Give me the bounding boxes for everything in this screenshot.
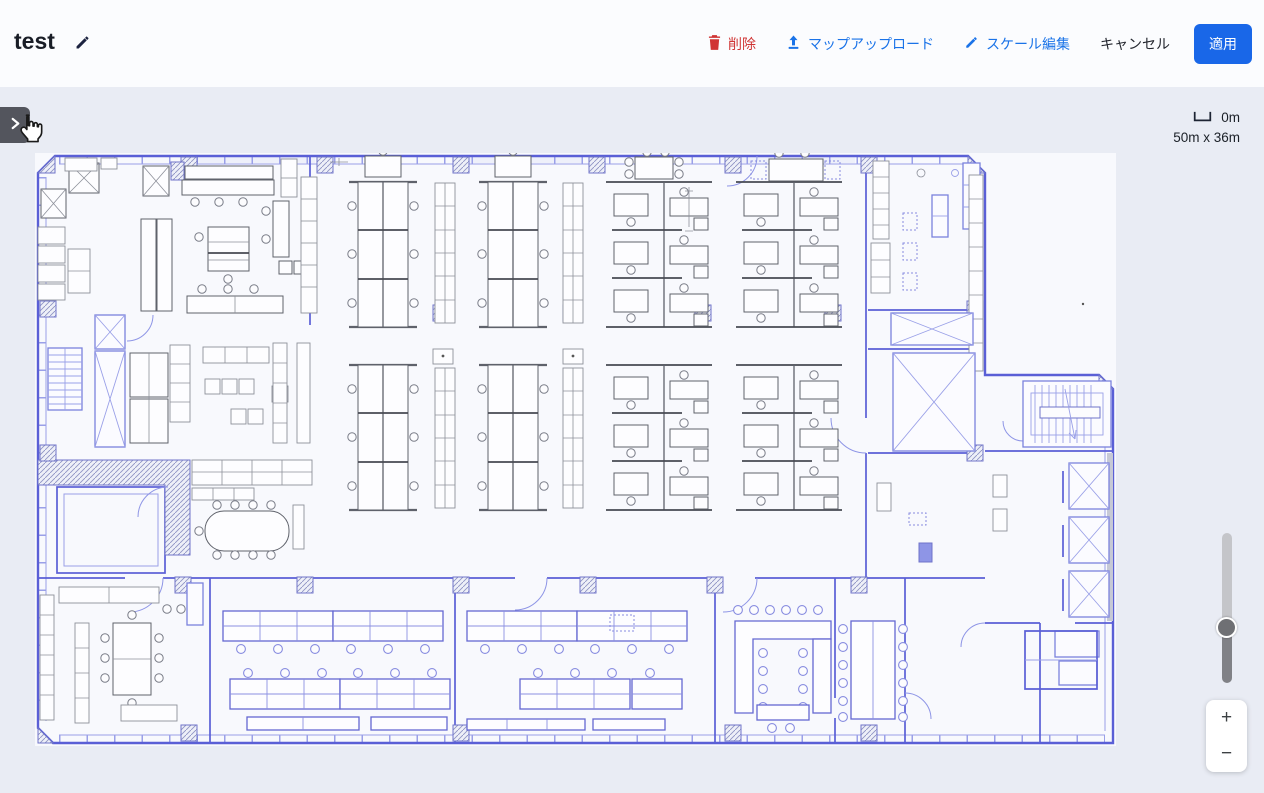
floor-plan-map[interactable] bbox=[35, 153, 1116, 746]
map-canvas[interactable]: 0m 50m x 36m bbox=[0, 87, 1264, 793]
upload-icon bbox=[786, 35, 801, 53]
chevron-right-icon bbox=[10, 117, 21, 133]
zoom-in-button[interactable]: + bbox=[1206, 700, 1247, 736]
zoom-slider-thumb[interactable] bbox=[1216, 617, 1237, 638]
header: test 削除 マップアップロード スケール編集 キャンセル 適用 bbox=[0, 0, 1264, 87]
zoom-controls: + − bbox=[1206, 700, 1247, 772]
scale-value: 0m bbox=[1221, 110, 1240, 125]
apply-button[interactable]: 適用 bbox=[1194, 24, 1252, 64]
pencil-icon bbox=[74, 39, 91, 54]
scale-indicator: 0m 50m x 36m bbox=[1173, 110, 1240, 145]
map-upload-button[interactable]: マップアップロード bbox=[776, 26, 944, 62]
map-dimensions: 50m x 36m bbox=[1173, 130, 1240, 145]
map-title: test bbox=[14, 28, 55, 55]
trash-icon bbox=[708, 35, 721, 53]
delete-button[interactable]: 削除 bbox=[698, 26, 766, 62]
ruler-icon bbox=[1193, 110, 1212, 125]
scale-edit-button[interactable]: スケール編集 bbox=[954, 26, 1080, 62]
header-actions: 削除 マップアップロード スケール編集 キャンセル 適用 bbox=[698, 0, 1252, 87]
sidebar-toggle-button[interactable] bbox=[0, 107, 30, 143]
zoom-out-button[interactable]: − bbox=[1206, 736, 1247, 772]
cancel-button[interactable]: キャンセル bbox=[1090, 26, 1184, 62]
zoom-slider[interactable] bbox=[1222, 533, 1232, 683]
pencil-icon bbox=[964, 35, 979, 53]
edit-title-button[interactable] bbox=[68, 30, 96, 58]
zoom-slider-track-lower[interactable] bbox=[1222, 631, 1232, 683]
